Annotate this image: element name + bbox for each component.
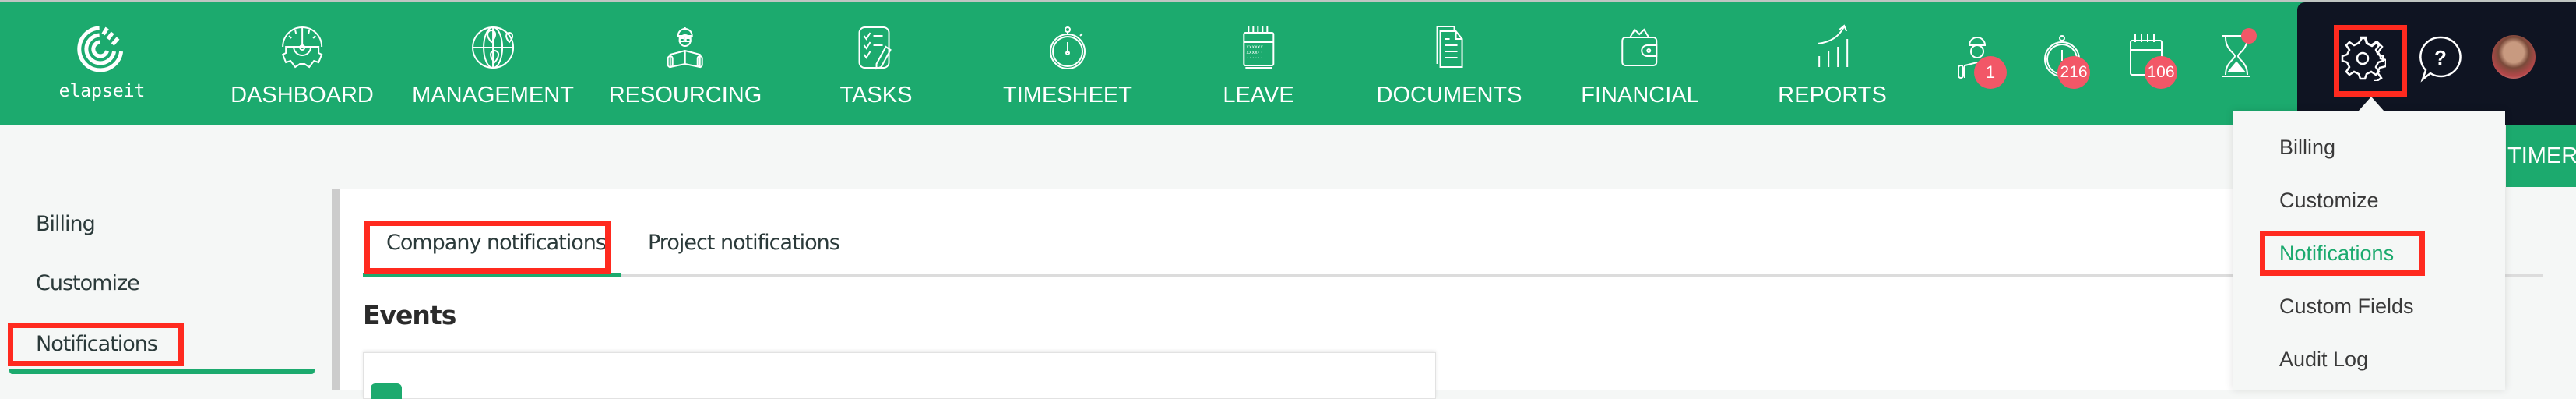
dashboard-gauge-gear-icon (281, 26, 323, 69)
sidebar-item-notifications[interactable]: Notifications (36, 332, 158, 356)
event-checkbox[interactable] (371, 383, 402, 399)
help-button[interactable]: ? (2418, 34, 2463, 83)
nav-leave-label: LEAVE (1223, 83, 1294, 108)
timer-indicator-dot (2241, 28, 2257, 44)
documents-icon (1436, 26, 1463, 68)
quick-timer[interactable] (2212, 28, 2261, 81)
growth-chart-icon (1817, 24, 1848, 67)
svg-text:······: ······ (1246, 55, 1263, 61)
nav-leave[interactable]: xxxxxx xxxx·· ······ LEAVE (1223, 0, 1294, 125)
nav-financial-label: FINANCIAL (1581, 83, 1699, 108)
wallet-icon (1621, 28, 1657, 66)
resourcing-badge: 1 (1974, 56, 2007, 89)
tab-project-notifications[interactable]: Project notifications (648, 231, 840, 255)
nav-resourcing[interactable]: RESOURCING (609, 0, 762, 125)
quick-timesheet[interactable]: 216 (2040, 31, 2090, 89)
gear-icon (2341, 36, 2388, 83)
tabs-baseline (363, 274, 2543, 277)
checklist-pencil-icon (859, 26, 892, 70)
elapseit-logo-icon (77, 26, 124, 72)
calendar-icon: xxxxxxxxxx········ (1242, 26, 1274, 69)
nav-resourcing-label: RESOURCING (608, 83, 762, 108)
globe-pins-icon (472, 26, 514, 69)
svg-text:xxxx··: xxxx·· (1246, 50, 1263, 55)
dropdown-arrow (2359, 97, 2384, 111)
section-title-events: Events (363, 300, 456, 330)
settings-menu-customize[interactable]: Customize (2279, 189, 2379, 213)
settings-menu-custom-fields[interactable]: Custom Fields (2279, 295, 2414, 319)
nav-tasks-label: TASKS (839, 83, 913, 108)
nav-reports-label: REPORTS (1778, 83, 1887, 108)
sidebar-item-customize[interactable]: Customize (36, 271, 140, 295)
settings-button[interactable] (2339, 34, 2388, 83)
nav-timesheet-label: TIMESHEET (1003, 83, 1132, 108)
settings-dropdown-menu: Billing Customize Notifications Custom F… (2233, 97, 2505, 390)
quick-leave[interactable]: 106 (2126, 31, 2177, 89)
nav-documents-label: DOCUMENTS (1376, 83, 1522, 108)
settings-menu-notifications[interactable]: Notifications (2279, 242, 2394, 266)
tab-active-indicator (363, 273, 621, 277)
nav-reports[interactable]: REPORTS (1778, 0, 1887, 125)
svg-text:?: ? (2434, 46, 2447, 69)
logo-text: elapseit (58, 81, 146, 101)
panel-divider (332, 189, 340, 390)
events-card (363, 352, 1436, 399)
nav-management[interactable]: MANAGEMENT (412, 0, 574, 125)
timesheet-badge: 216 (2057, 56, 2090, 89)
quick-resourcing[interactable]: 1 (1955, 31, 2007, 89)
sidebar-item-billing[interactable]: Billing (36, 212, 96, 236)
nav-management-label: MANAGEMENT (412, 83, 574, 108)
nav-dashboard[interactable]: DASHBOARD (231, 0, 374, 125)
elapseit-logo[interactable]: elapseit (58, 0, 146, 101)
nav-documents[interactable]: DOCUMENTS (1377, 0, 1522, 125)
stopwatch-icon (1050, 26, 1086, 69)
nav-timesheet[interactable]: TIMESHEET (1003, 0, 1132, 125)
leave-badge: 106 (2145, 56, 2177, 89)
svg-text:xxxxxx: xxxxxx (1246, 44, 1263, 50)
user-avatar[interactable] (2492, 35, 2536, 79)
settings-menu-billing[interactable]: Billing (2279, 136, 2335, 160)
settings-menu-audit-log[interactable]: Audit Log (2279, 348, 2368, 372)
engineer-blueprint-icon (667, 27, 703, 69)
sidebar-active-indicator (9, 369, 315, 374)
nav-financial[interactable]: FINANCIAL (1581, 0, 1699, 125)
nav-dashboard-label: DASHBOARD (231, 83, 374, 108)
timer-button[interactable]: TIMER (2506, 125, 2576, 187)
help-icon: ? (2419, 36, 2462, 83)
nav-tasks[interactable]: TASKS (839, 0, 913, 125)
tab-company-notifications[interactable]: Company notifications (386, 231, 607, 255)
